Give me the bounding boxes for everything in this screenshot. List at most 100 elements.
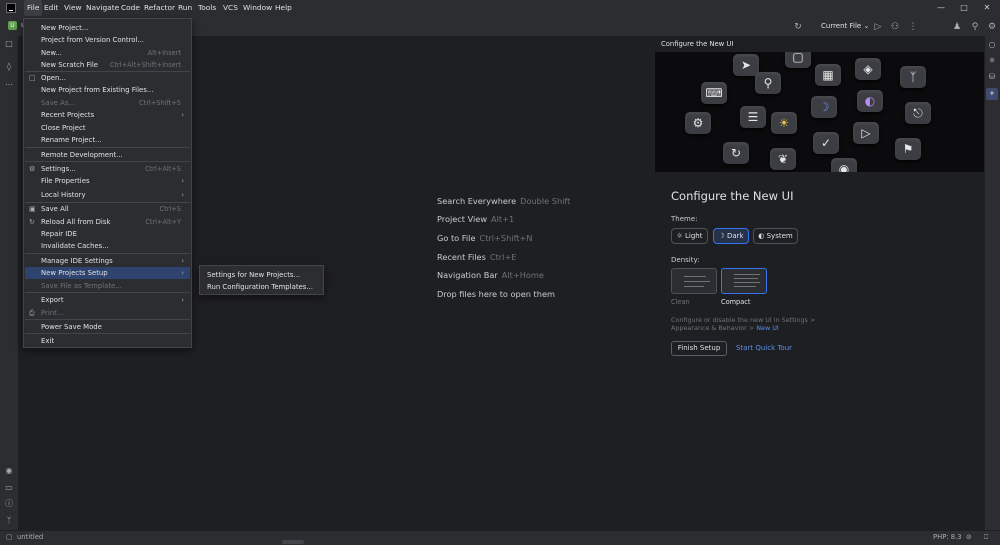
more-vertical-icon[interactable]: ⋮ (907, 21, 919, 33)
chevron-right-icon: › (181, 111, 184, 119)
menu-window[interactable]: Window (240, 0, 275, 16)
menu-item-new-project[interactable]: New Project... (25, 22, 190, 34)
menu-item-label: Print... (41, 309, 64, 317)
new-ui-icon[interactable]: ✦ (986, 88, 998, 100)
menu-item-open[interactable]: □ Open... (25, 72, 190, 84)
menu-item-manage-ide-settings[interactable]: Manage IDE Settings › (25, 255, 190, 267)
project-badge[interactable]: U (8, 21, 17, 30)
minimize-icon[interactable]: — (930, 0, 952, 16)
folder-icon[interactable]: □ (3, 38, 15, 50)
preview-line (734, 286, 756, 287)
debug-icon[interactable]: ⚇ (889, 21, 901, 33)
problems-icon[interactable]: ⓘ (3, 498, 15, 510)
menu-item-power-save-mode[interactable]: Power Save Mode (25, 321, 190, 333)
note-text: Configure or disable the new UI in Setti… (671, 316, 816, 332)
moon-icon: ☽ (811, 96, 837, 118)
status-project-name[interactable]: untitled (17, 531, 43, 544)
menu-item-close-project[interactable]: Close Project (25, 122, 190, 134)
search-icon[interactable]: ⚲ (969, 21, 981, 33)
settings-note: Configure or disable the new UI in Setti… (671, 316, 851, 332)
git-icon[interactable]: ᛉ (3, 515, 15, 527)
density-clean-label: Clean (671, 298, 690, 306)
hint-label: Drop files here to open them (437, 289, 555, 299)
submenu-item-run-config-templates[interactable]: Run Configuration Templates... (207, 281, 313, 293)
menu-tools[interactable]: Tools (195, 0, 219, 16)
menu-help[interactable]: Help (272, 0, 295, 16)
start-quick-tour-link[interactable]: Start Quick Tour (736, 344, 792, 352)
hammer-icon: ❦ (770, 148, 796, 170)
ai-assistant-icon[interactable]: ✳ (986, 55, 998, 67)
settings-gear-icon[interactable]: ⚙ (986, 21, 998, 33)
menu-item-invalidate-caches[interactable]: Invalidate Caches... (25, 240, 190, 252)
hint-shortcut: Ctrl+Shift+N (479, 233, 533, 243)
menu-item-repair-ide[interactable]: Repair IDE (25, 228, 190, 240)
preview-line (684, 281, 710, 282)
menu-item-print[interactable]: ⎙ Print... (25, 307, 190, 319)
menu-item-project-from-vcs[interactable]: Project from Version Control... (25, 34, 190, 46)
database-icon[interactable]: ⛁ (986, 71, 998, 83)
menu-run[interactable]: Run (175, 0, 195, 16)
density-compact-option[interactable] (721, 268, 767, 294)
submenu-item-settings-for-new-projects[interactable]: Settings for New Projects... (207, 269, 300, 281)
menu-item-shortcut: Ctrl+Shift+S (139, 99, 181, 107)
menu-item-new-from-existing[interactable]: New Project from Existing Files... (25, 84, 190, 96)
menu-item-exit[interactable]: Exit (25, 335, 190, 347)
hint-label: Recent Files (437, 252, 486, 262)
new-ui-hero-image: ➤ ▢ ⌨ ⚲ ▦ ◈ ᛉ ⚙ ☰ ☽ ◐ ⎋ ↻ ☀ ✓ ▷ ⚑ ❦ ◉ (655, 52, 984, 172)
theme-light-button[interactable]: ☼ Light (671, 228, 708, 244)
menu-item-export[interactable]: Export › (25, 294, 190, 306)
menu-vcs[interactable]: VCS (220, 0, 241, 16)
scroll-handle[interactable] (282, 540, 304, 544)
git-icon: ᛉ (900, 66, 926, 88)
chevron-right-icon: › (181, 257, 184, 265)
menu-item-label: Power Save Mode (41, 323, 102, 331)
menu-item-label: File Properties (41, 177, 90, 185)
finish-setup-button[interactable]: Finish Setup (671, 341, 727, 356)
user-icon[interactable]: ♟ (951, 21, 963, 33)
menu-item-settings[interactable]: ⚙ Settings... Ctrl+Alt+S (25, 163, 190, 175)
menu-item-reload-all[interactable]: ↻ Reload All from Disk Ctrl+Alt+Y (25, 216, 190, 228)
new-ui-settings-link[interactable]: New UI (756, 324, 779, 332)
menu-item-new[interactable]: New... Alt+Insert (25, 47, 190, 59)
menu-item-label: Close Project (41, 124, 86, 132)
terminal-icon[interactable]: ▭ (3, 482, 15, 494)
theme-dark-button[interactable]: ☽ Dark (713, 228, 749, 244)
menu-view[interactable]: View (61, 0, 85, 16)
search-icon: ⚲ (755, 72, 781, 94)
run-config-selector[interactable]: Current File ⌄ (821, 22, 869, 30)
gear-icon: ⚙ (29, 165, 36, 173)
app-logo-icon[interactable] (6, 3, 16, 13)
refresh-icon[interactable]: ↻ (792, 21, 804, 33)
menu-item-local-history[interactable]: Local History › (25, 189, 190, 201)
density-clean-option[interactable] (671, 268, 717, 294)
menu-item-save-as[interactable]: Save As... Ctrl+Shift+S (25, 97, 190, 109)
menu-item-remote-development[interactable]: Remote Development... (25, 149, 190, 161)
menu-item-recent-projects[interactable]: Recent Projects › (25, 109, 190, 121)
php-version[interactable]: PHP: 8.3 (933, 531, 962, 544)
arrow-icon: ➤ (733, 54, 759, 76)
theme-system-button[interactable]: ◐ System (753, 228, 798, 244)
menu-file[interactable]: File (24, 0, 43, 16)
inspection-icon[interactable]: ⊘ (966, 531, 972, 544)
menu-item-new-scratch-file[interactable]: New Scratch File Ctrl+Alt+Shift+Insert (25, 59, 190, 71)
menu-item-rename-project[interactable]: Rename Project... (25, 134, 190, 146)
menu-navigate[interactable]: Navigate (83, 0, 122, 16)
maximize-icon[interactable]: □ (953, 0, 975, 16)
structure-icon[interactable]: ◊ (3, 61, 15, 73)
more-horizontal-icon[interactable]: … (3, 77, 15, 89)
close-icon[interactable]: ✕ (976, 0, 998, 16)
menu-item-save-as-template[interactable]: Save File as Template... (25, 280, 190, 292)
python-icon: ◈ (855, 58, 881, 80)
menu-code[interactable]: Code (118, 0, 143, 16)
project-status-icon: ▢ (6, 533, 13, 541)
terminal-icon: ⌨ (701, 82, 727, 104)
menu-item-file-properties[interactable]: File Properties › (25, 175, 190, 187)
run-icon[interactable]: ▷ (872, 21, 884, 33)
notifications-icon[interactable]: ○ (986, 39, 998, 51)
menu-item-new-projects-setup[interactable]: New Projects Setup › (25, 267, 190, 279)
menu-item-save-all[interactable]: ▣ Save All Ctrl+S (25, 203, 190, 215)
services-icon[interactable]: ◉ (3, 465, 15, 477)
menu-edit[interactable]: Edit (41, 0, 61, 16)
menu-refactor[interactable]: Refactor (141, 0, 178, 16)
lock-icon[interactable]: ⎕ (984, 531, 988, 544)
